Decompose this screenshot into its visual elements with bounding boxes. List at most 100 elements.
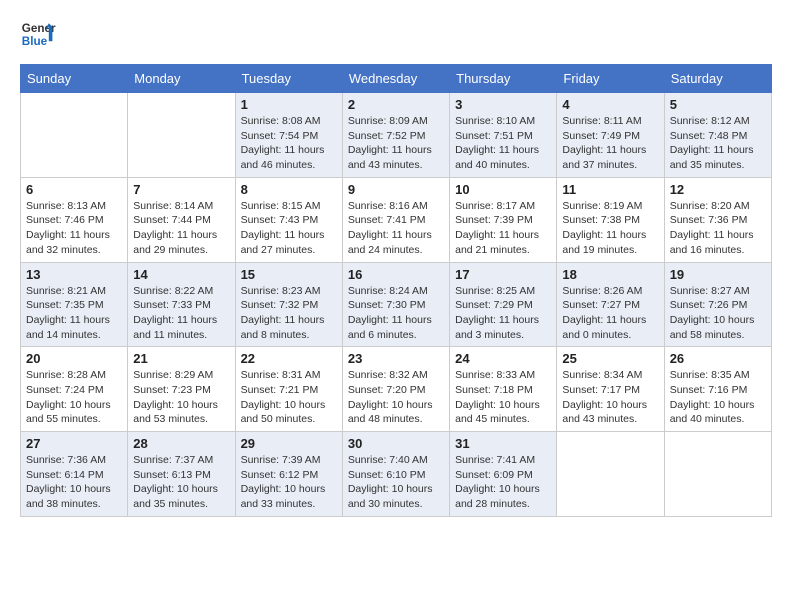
weekday-header-wednesday: Wednesday — [342, 65, 449, 93]
calendar-cell: 20 Sunrise: 8:28 AM Sunset: 7:24 PM Dayli… — [21, 347, 128, 432]
calendar-cell: 9 Sunrise: 8:16 AM Sunset: 7:41 PM Daylig… — [342, 177, 449, 262]
weekday-header-saturday: Saturday — [664, 65, 771, 93]
day-info: Sunrise: 8:14 AM Sunset: 7:44 PM Dayligh… — [133, 199, 229, 258]
day-number: 4 — [562, 97, 658, 112]
day-number: 28 — [133, 436, 229, 451]
calendar-cell: 7 Sunrise: 8:14 AM Sunset: 7:44 PM Daylig… — [128, 177, 235, 262]
day-info: Sunrise: 8:11 AM Sunset: 7:49 PM Dayligh… — [562, 114, 658, 173]
weekday-header-thursday: Thursday — [450, 65, 557, 93]
header: General Blue — [20, 16, 772, 52]
day-number: 12 — [670, 182, 766, 197]
svg-text:Blue: Blue — [22, 35, 48, 48]
calendar-cell: 30 Sunrise: 7:40 AM Sunset: 6:10 PM Dayli… — [342, 432, 449, 517]
day-info: Sunrise: 8:16 AM Sunset: 7:41 PM Dayligh… — [348, 199, 444, 258]
day-info: Sunrise: 8:09 AM Sunset: 7:52 PM Dayligh… — [348, 114, 444, 173]
calendar-cell: 6Sunrise: 8:13 AM Sunset: 7:46 PM Daylig… — [21, 177, 128, 262]
calendar-cell: 5Sunrise: 8:12 AM Sunset: 7:48 PM Daylig… — [664, 93, 771, 178]
calendar-cell: 14Sunrise: 8:22 AM Sunset: 7:33 PM Dayli… — [128, 262, 235, 347]
day-info: Sunrise: 8:25 AM Sunset: 7:29 PM Dayligh… — [455, 284, 551, 343]
calendar-cell: 4 Sunrise: 8:11 AM Sunset: 7:49 PM Daylig… — [557, 93, 664, 178]
day-info: Sunrise: 8:23 AM Sunset: 7:32 PM Dayligh… — [241, 284, 337, 343]
calendar-cell: 10Sunrise: 8:17 AM Sunset: 7:39 PM Dayli… — [450, 177, 557, 262]
week-row-2: 6Sunrise: 8:13 AM Sunset: 7:46 PM Daylig… — [21, 177, 772, 262]
calendar-cell: 28 Sunrise: 7:37 AM Sunset: 6:13 PM Dayli… — [128, 432, 235, 517]
calendar-cell: 19Sunrise: 8:27 AM Sunset: 7:26 PM Dayli… — [664, 262, 771, 347]
weekday-header-row: SundayMondayTuesdayWednesdayThursdayFrid… — [21, 65, 772, 93]
day-number: 9 — [348, 182, 444, 197]
calendar-cell: 22 Sunrise: 8:31 AM Sunset: 7:21 PM Dayli… — [235, 347, 342, 432]
calendar-cell: 29 Sunrise: 7:39 AM Sunset: 6:12 PM Dayli… — [235, 432, 342, 517]
day-number: 30 — [348, 436, 444, 451]
day-number: 5 — [670, 97, 766, 112]
day-info: Sunrise: 8:19 AM Sunset: 7:38 PM Dayligh… — [562, 199, 658, 258]
calendar-cell: 2 Sunrise: 8:09 AM Sunset: 7:52 PM Daylig… — [342, 93, 449, 178]
day-number: 31 — [455, 436, 551, 451]
day-number: 2 — [348, 97, 444, 112]
day-info: Sunrise: 8:10 AM Sunset: 7:51 PM Dayligh… — [455, 114, 551, 173]
day-info: Sunrise: 7:40 AM Sunset: 6:10 PM Dayligh… — [348, 453, 444, 512]
calendar-cell: 16 Sunrise: 8:24 AM Sunset: 7:30 PM Dayli… — [342, 262, 449, 347]
calendar-cell — [557, 432, 664, 517]
day-info: Sunrise: 7:39 AM Sunset: 6:12 PM Dayligh… — [241, 453, 337, 512]
day-info: Sunrise: 8:08 AM Sunset: 7:54 PM Dayligh… — [241, 114, 337, 173]
day-number: 13 — [26, 267, 122, 282]
week-row-5: 27 Sunrise: 7:36 AM Sunset: 6:14 PM Dayli… — [21, 432, 772, 517]
day-number: 8 — [241, 182, 337, 197]
day-info: Sunrise: 8:15 AM Sunset: 7:43 PM Dayligh… — [241, 199, 337, 258]
day-info: Sunrise: 8:33 AM Sunset: 7:18 PM Dayligh… — [455, 368, 551, 427]
calendar-cell — [664, 432, 771, 517]
calendar-cell: 21 Sunrise: 8:29 AM Sunset: 7:23 PM Dayli… — [128, 347, 235, 432]
calendar-cell: 25 Sunrise: 8:34 AM Sunset: 7:17 PM Dayli… — [557, 347, 664, 432]
calendar-cell — [128, 93, 235, 178]
day-info: Sunrise: 8:35 AM Sunset: 7:16 PM Dayligh… — [670, 368, 766, 427]
day-number: 22 — [241, 351, 337, 366]
day-number: 3 — [455, 97, 551, 112]
day-info: Sunrise: 8:34 AM Sunset: 7:17 PM Dayligh… — [562, 368, 658, 427]
calendar-cell: 3 Sunrise: 8:10 AM Sunset: 7:51 PM Daylig… — [450, 93, 557, 178]
day-info: Sunrise: 7:36 AM Sunset: 6:14 PM Dayligh… — [26, 453, 122, 512]
day-info: Sunrise: 8:13 AM Sunset: 7:46 PM Dayligh… — [26, 199, 122, 258]
calendar-cell: 27 Sunrise: 7:36 AM Sunset: 6:14 PM Dayli… — [21, 432, 128, 517]
logo-icon: General Blue — [20, 16, 56, 52]
day-number: 20 — [26, 351, 122, 366]
day-number: 16 — [348, 267, 444, 282]
calendar-cell: 12Sunrise: 8:20 AM Sunset: 7:36 PM Dayli… — [664, 177, 771, 262]
day-number: 15 — [241, 267, 337, 282]
day-number: 25 — [562, 351, 658, 366]
week-row-4: 20 Sunrise: 8:28 AM Sunset: 7:24 PM Dayli… — [21, 347, 772, 432]
day-info: Sunrise: 8:28 AM Sunset: 7:24 PM Dayligh… — [26, 368, 122, 427]
calendar-cell: 15 Sunrise: 8:23 AM Sunset: 7:32 PM Dayli… — [235, 262, 342, 347]
day-number: 29 — [241, 436, 337, 451]
calendar-cell — [21, 93, 128, 178]
day-info: Sunrise: 8:31 AM Sunset: 7:21 PM Dayligh… — [241, 368, 337, 427]
day-info: Sunrise: 8:24 AM Sunset: 7:30 PM Dayligh… — [348, 284, 444, 343]
day-number: 26 — [670, 351, 766, 366]
day-number: 21 — [133, 351, 229, 366]
weekday-header-friday: Friday — [557, 65, 664, 93]
day-info: Sunrise: 8:29 AM Sunset: 7:23 PM Dayligh… — [133, 368, 229, 427]
calendar-cell: 31 Sunrise: 7:41 AM Sunset: 6:09 PM Dayli… — [450, 432, 557, 517]
calendar-cell: 17 Sunrise: 8:25 AM Sunset: 7:29 PM Dayli… — [450, 262, 557, 347]
day-info: Sunrise: 8:26 AM Sunset: 7:27 PM Dayligh… — [562, 284, 658, 343]
calendar-cell: 13 Sunrise: 8:21 AM Sunset: 7:35 PM Dayli… — [21, 262, 128, 347]
calendar-cell: 1 Sunrise: 8:08 AM Sunset: 7:54 PM Daylig… — [235, 93, 342, 178]
calendar-cell: 8 Sunrise: 8:15 AM Sunset: 7:43 PM Daylig… — [235, 177, 342, 262]
weekday-header-tuesday: Tuesday — [235, 65, 342, 93]
day-info: Sunrise: 8:21 AM Sunset: 7:35 PM Dayligh… — [26, 284, 122, 343]
calendar-cell: 18 Sunrise: 8:26 AM Sunset: 7:27 PM Dayli… — [557, 262, 664, 347]
weekday-header-monday: Monday — [128, 65, 235, 93]
day-info: Sunrise: 8:17 AM Sunset: 7:39 PM Dayligh… — [455, 199, 551, 258]
day-number: 18 — [562, 267, 658, 282]
week-row-1: 1 Sunrise: 8:08 AM Sunset: 7:54 PM Daylig… — [21, 93, 772, 178]
day-info: Sunrise: 7:41 AM Sunset: 6:09 PM Dayligh… — [455, 453, 551, 512]
logo: General Blue — [20, 16, 56, 52]
day-number: 27 — [26, 436, 122, 451]
day-number: 17 — [455, 267, 551, 282]
weekday-header-sunday: Sunday — [21, 65, 128, 93]
day-number: 24 — [455, 351, 551, 366]
day-number: 7 — [133, 182, 229, 197]
day-info: Sunrise: 7:37 AM Sunset: 6:13 PM Dayligh… — [133, 453, 229, 512]
day-number: 1 — [241, 97, 337, 112]
calendar-cell: 23Sunrise: 8:32 AM Sunset: 7:20 PM Dayli… — [342, 347, 449, 432]
day-number: 11 — [562, 182, 658, 197]
